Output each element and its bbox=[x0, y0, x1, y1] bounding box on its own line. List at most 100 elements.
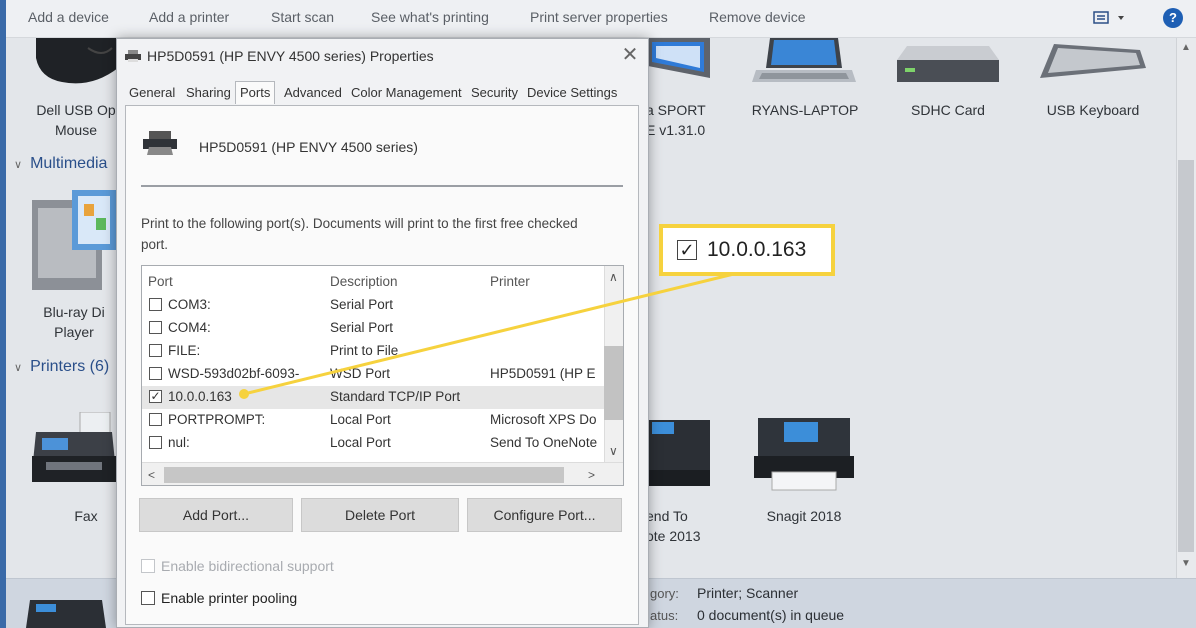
port-printer: HP5D0591 (HP E bbox=[490, 366, 596, 381]
view-options-icon[interactable] bbox=[1092, 10, 1128, 26]
printer-properties-dialog: HP5D0591 (HP ENVY 4500 series) Propertie… bbox=[116, 38, 649, 628]
port-list-hscroll-thumb[interactable] bbox=[164, 467, 564, 483]
tab-color-management[interactable]: Color Management bbox=[351, 85, 462, 100]
table-row[interactable]: PORTPROMPT: Local Port Microsoft XPS Do bbox=[142, 409, 604, 432]
device-label: a SPORT E v1.31.0 bbox=[646, 102, 706, 138]
mouse-icon[interactable] bbox=[32, 38, 122, 88]
checkbox-label: Enable bidirectional support bbox=[161, 558, 334, 574]
table-row[interactable]: WSD-593d02bf-6093- WSD Port HP5D0591 (HP… bbox=[142, 363, 604, 386]
port-checkbox-checked[interactable]: ✓ bbox=[149, 390, 162, 403]
enable-bidirectional-checkbox[interactable]: Enable bidirectional support bbox=[141, 558, 334, 574]
device-label: Snagit 2018 bbox=[766, 508, 842, 524]
see-printing-button[interactable]: See what's printing bbox=[371, 9, 489, 25]
printer-icon[interactable] bbox=[648, 410, 710, 486]
enable-pooling-checkbox[interactable]: Enable printer pooling bbox=[141, 590, 297, 606]
tab-device-settings[interactable]: Device Settings bbox=[527, 85, 617, 100]
device-label: USB Keyboard bbox=[1046, 102, 1140, 118]
category-label: gory: bbox=[650, 586, 679, 601]
port-name: FILE: bbox=[168, 343, 201, 358]
chevron-down-icon[interactable]: ∨ bbox=[609, 444, 618, 458]
delete-port-button[interactable]: Delete Port bbox=[301, 498, 459, 532]
port-list[interactable]: Port Description Printer COM3: Serial Po… bbox=[141, 265, 624, 486]
collapse-chevron-icon[interactable]: ∨ bbox=[14, 158, 22, 171]
add-port-button[interactable]: Add Port... bbox=[139, 498, 293, 532]
printer-name: HP5D0591 (HP ENVY 4500 series) bbox=[199, 139, 418, 155]
port-checkbox[interactable] bbox=[149, 436, 162, 449]
scroll-down-icon[interactable]: ▼ bbox=[1180, 558, 1192, 569]
table-row[interactable]: nul: Local Port Send To OneNote bbox=[142, 432, 604, 455]
tab-sharing[interactable]: Sharing bbox=[186, 85, 231, 100]
checkbox-box bbox=[141, 591, 155, 605]
table-row[interactable]: FILE: Print to File bbox=[142, 340, 604, 363]
printer-icon[interactable] bbox=[754, 412, 854, 492]
close-icon[interactable]: ✕ bbox=[620, 44, 640, 66]
section-header-multimedia[interactable]: ∨ Multimedia bbox=[14, 155, 107, 173]
tab-ports[interactable]: Ports bbox=[235, 81, 276, 104]
table-row[interactable]: COM4: Serial Port bbox=[142, 317, 604, 340]
column-header-port[interactable]: Port bbox=[148, 274, 173, 289]
chevron-up-icon[interactable]: ∧ bbox=[609, 270, 618, 284]
scroll-up-icon[interactable]: ▲ bbox=[1180, 42, 1192, 53]
chevron-left-icon[interactable]: < bbox=[148, 468, 155, 482]
device-label: end To ote 2013 bbox=[646, 508, 701, 544]
toolbar: Add a device Add a printer Start scan Se… bbox=[6, 0, 1196, 38]
port-description: Serial Port bbox=[330, 320, 394, 335]
devices-scrollbar-thumb[interactable] bbox=[1178, 160, 1194, 552]
callout-port-text: 10.0.0.163 bbox=[707, 238, 807, 261]
checkmark-icon: ✓ bbox=[677, 240, 697, 260]
port-name: nul: bbox=[168, 435, 190, 450]
printer-icon bbox=[125, 50, 141, 62]
add-device-button[interactable]: Add a device bbox=[28, 9, 109, 25]
port-name: COM4: bbox=[168, 320, 211, 335]
printer-icon bbox=[26, 600, 106, 628]
tab-strip: General Sharing Ports Advanced Color Man… bbox=[125, 81, 631, 105]
section-header-printers[interactable]: ∨ Printers (6) bbox=[14, 358, 109, 376]
keyboard-icon[interactable] bbox=[1040, 44, 1146, 84]
port-printer: Send To OneNote bbox=[490, 435, 598, 450]
category-value: Printer; Scanner bbox=[697, 585, 799, 601]
checkbox-label: Enable printer pooling bbox=[161, 590, 298, 606]
remove-device-button[interactable]: Remove device bbox=[709, 9, 806, 25]
print-server-properties-button[interactable]: Print server properties bbox=[530, 9, 668, 25]
device-label: Blu-ray Di Player bbox=[43, 304, 105, 340]
column-header-printer[interactable]: Printer bbox=[490, 274, 530, 289]
tab-general[interactable]: General bbox=[129, 85, 175, 100]
configure-port-button[interactable]: Configure Port... bbox=[467, 498, 622, 532]
port-checkbox[interactable] bbox=[149, 321, 162, 334]
device-label: RYANS-LAPTOP bbox=[751, 102, 859, 118]
column-header-description[interactable]: Description bbox=[330, 274, 398, 289]
add-printer-button[interactable]: Add a printer bbox=[149, 9, 229, 25]
port-checkbox[interactable] bbox=[149, 344, 162, 357]
port-checkbox[interactable] bbox=[149, 367, 162, 380]
device-label: SDHC Card bbox=[911, 102, 985, 118]
zoom-callout: ✓ 10.0.0.163 bbox=[659, 224, 835, 276]
port-description: Serial Port bbox=[330, 297, 394, 312]
port-name: WSD-593d02bf-6093- bbox=[168, 366, 300, 381]
status-value: 0 document(s) in queue bbox=[697, 607, 845, 623]
fax-icon[interactable] bbox=[32, 412, 116, 486]
table-row[interactable]: COM3: Serial Port bbox=[142, 294, 604, 317]
port-name: 10.0.0.163 bbox=[168, 389, 232, 404]
tab-security[interactable]: Security bbox=[471, 85, 518, 100]
help-icon[interactable]: ? bbox=[1163, 8, 1183, 28]
port-description: WSD Port bbox=[330, 366, 391, 381]
checkbox-box bbox=[141, 559, 155, 573]
collapse-chevron-icon[interactable]: ∨ bbox=[14, 361, 22, 374]
ports-instructions: Print to the following port(s). Document… bbox=[141, 216, 578, 252]
chevron-right-icon[interactable]: > bbox=[588, 468, 595, 482]
port-description: Print to File bbox=[330, 343, 399, 358]
port-printer: Microsoft XPS Do bbox=[490, 412, 597, 427]
port-description: Standard TCP/IP Port bbox=[330, 389, 461, 404]
drive-icon[interactable] bbox=[897, 46, 999, 90]
port-name: PORTPROMPT: bbox=[168, 412, 266, 427]
media-server-icon[interactable] bbox=[32, 190, 116, 290]
start-scan-button[interactable]: Start scan bbox=[271, 9, 334, 25]
table-row-selected[interactable]: ✓ 10.0.0.163 Standard TCP/IP Port bbox=[142, 386, 604, 409]
port-list-vscroll-thumb[interactable] bbox=[604, 346, 623, 420]
laptop-icon[interactable] bbox=[752, 38, 856, 86]
port-checkbox[interactable] bbox=[149, 413, 162, 426]
dialog-title: HP5D0591 (HP ENVY 4500 series) Propertie… bbox=[147, 48, 434, 64]
port-checkbox[interactable] bbox=[149, 298, 162, 311]
tab-advanced[interactable]: Advanced bbox=[284, 85, 342, 100]
tablet-icon[interactable] bbox=[648, 38, 710, 82]
